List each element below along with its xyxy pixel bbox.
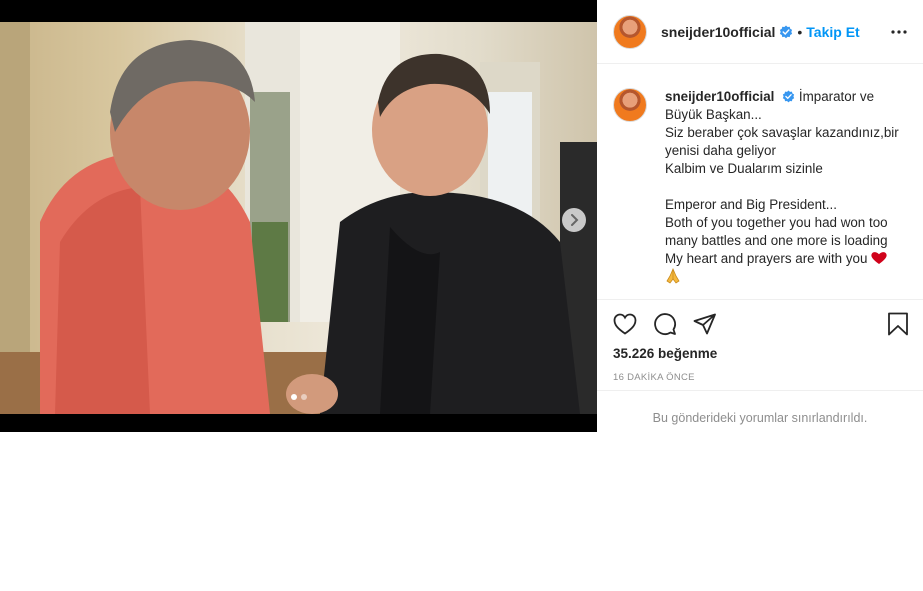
caption-line: Siz beraber çok savaşlar kazandınız,bir xyxy=(665,125,899,140)
comments-restricted-notice: Bu gönderideki yorumlar sınırlandırıldı. xyxy=(652,411,868,425)
verified-badge-icon xyxy=(780,25,793,38)
post-actions xyxy=(613,312,909,336)
carousel-dot xyxy=(300,394,307,400)
caption-line: many battles and one more is loading xyxy=(665,233,888,248)
caption-line: Kalbim ve Dualarım sizinle xyxy=(665,161,823,176)
next-chevron-icon xyxy=(571,214,579,226)
save-button[interactable] xyxy=(887,312,909,336)
caption-username-link[interactable]: sneijder10official xyxy=(665,89,774,104)
post-media[interactable] xyxy=(0,0,597,432)
praying-hands-emoji xyxy=(666,267,680,284)
carousel-next-button[interactable] xyxy=(562,208,586,232)
post-photo xyxy=(0,22,597,414)
likes-count[interactable]: 35.226 beğenme xyxy=(613,346,717,361)
save-bookmark-icon xyxy=(888,312,908,336)
more-options-icon xyxy=(891,29,907,34)
share-button[interactable] xyxy=(693,313,717,335)
separator-dot: • xyxy=(797,23,803,40)
share-icon xyxy=(693,313,716,335)
more-options-button[interactable] xyxy=(891,29,907,34)
comment-icon xyxy=(654,313,676,335)
divider xyxy=(597,390,923,391)
caption-line: Emperor and Big President... xyxy=(665,197,837,212)
like-button[interactable] xyxy=(613,313,637,335)
caption-line: Büyük Başkan... xyxy=(665,107,762,122)
caption-line: Both of you together you had won too xyxy=(665,215,888,230)
verified-badge-icon xyxy=(782,90,795,103)
carousel-indicator xyxy=(0,394,597,400)
divider xyxy=(597,299,923,300)
post-side-panel: sneijder10official • Takip Et sneijder10… xyxy=(597,0,923,432)
like-heart-icon xyxy=(613,313,637,335)
carousel-dot-active xyxy=(290,394,297,400)
caption-line: İmparator ve xyxy=(798,89,875,104)
post-caption: sneijder10official İmparator ve Büyük Ba… xyxy=(613,88,913,289)
comment-button[interactable] xyxy=(653,312,677,336)
caption-line: My heart and prayers are with you xyxy=(665,251,868,266)
red-heart-emoji xyxy=(871,252,887,264)
caption-body: sneijder10official İmparator ve Büyük Ba… xyxy=(665,88,899,289)
post-header: sneijder10official • Takip Et xyxy=(597,0,923,64)
post-timestamp[interactable]: 16 DAKİKA ÖNCE xyxy=(613,372,695,383)
username-link[interactable]: sneijder10official xyxy=(661,24,775,40)
follow-button[interactable]: Takip Et xyxy=(806,24,859,40)
caption-line: yenisi daha geliyor xyxy=(665,143,776,158)
avatar[interactable] xyxy=(613,14,647,49)
caption-avatar[interactable] xyxy=(613,88,647,122)
